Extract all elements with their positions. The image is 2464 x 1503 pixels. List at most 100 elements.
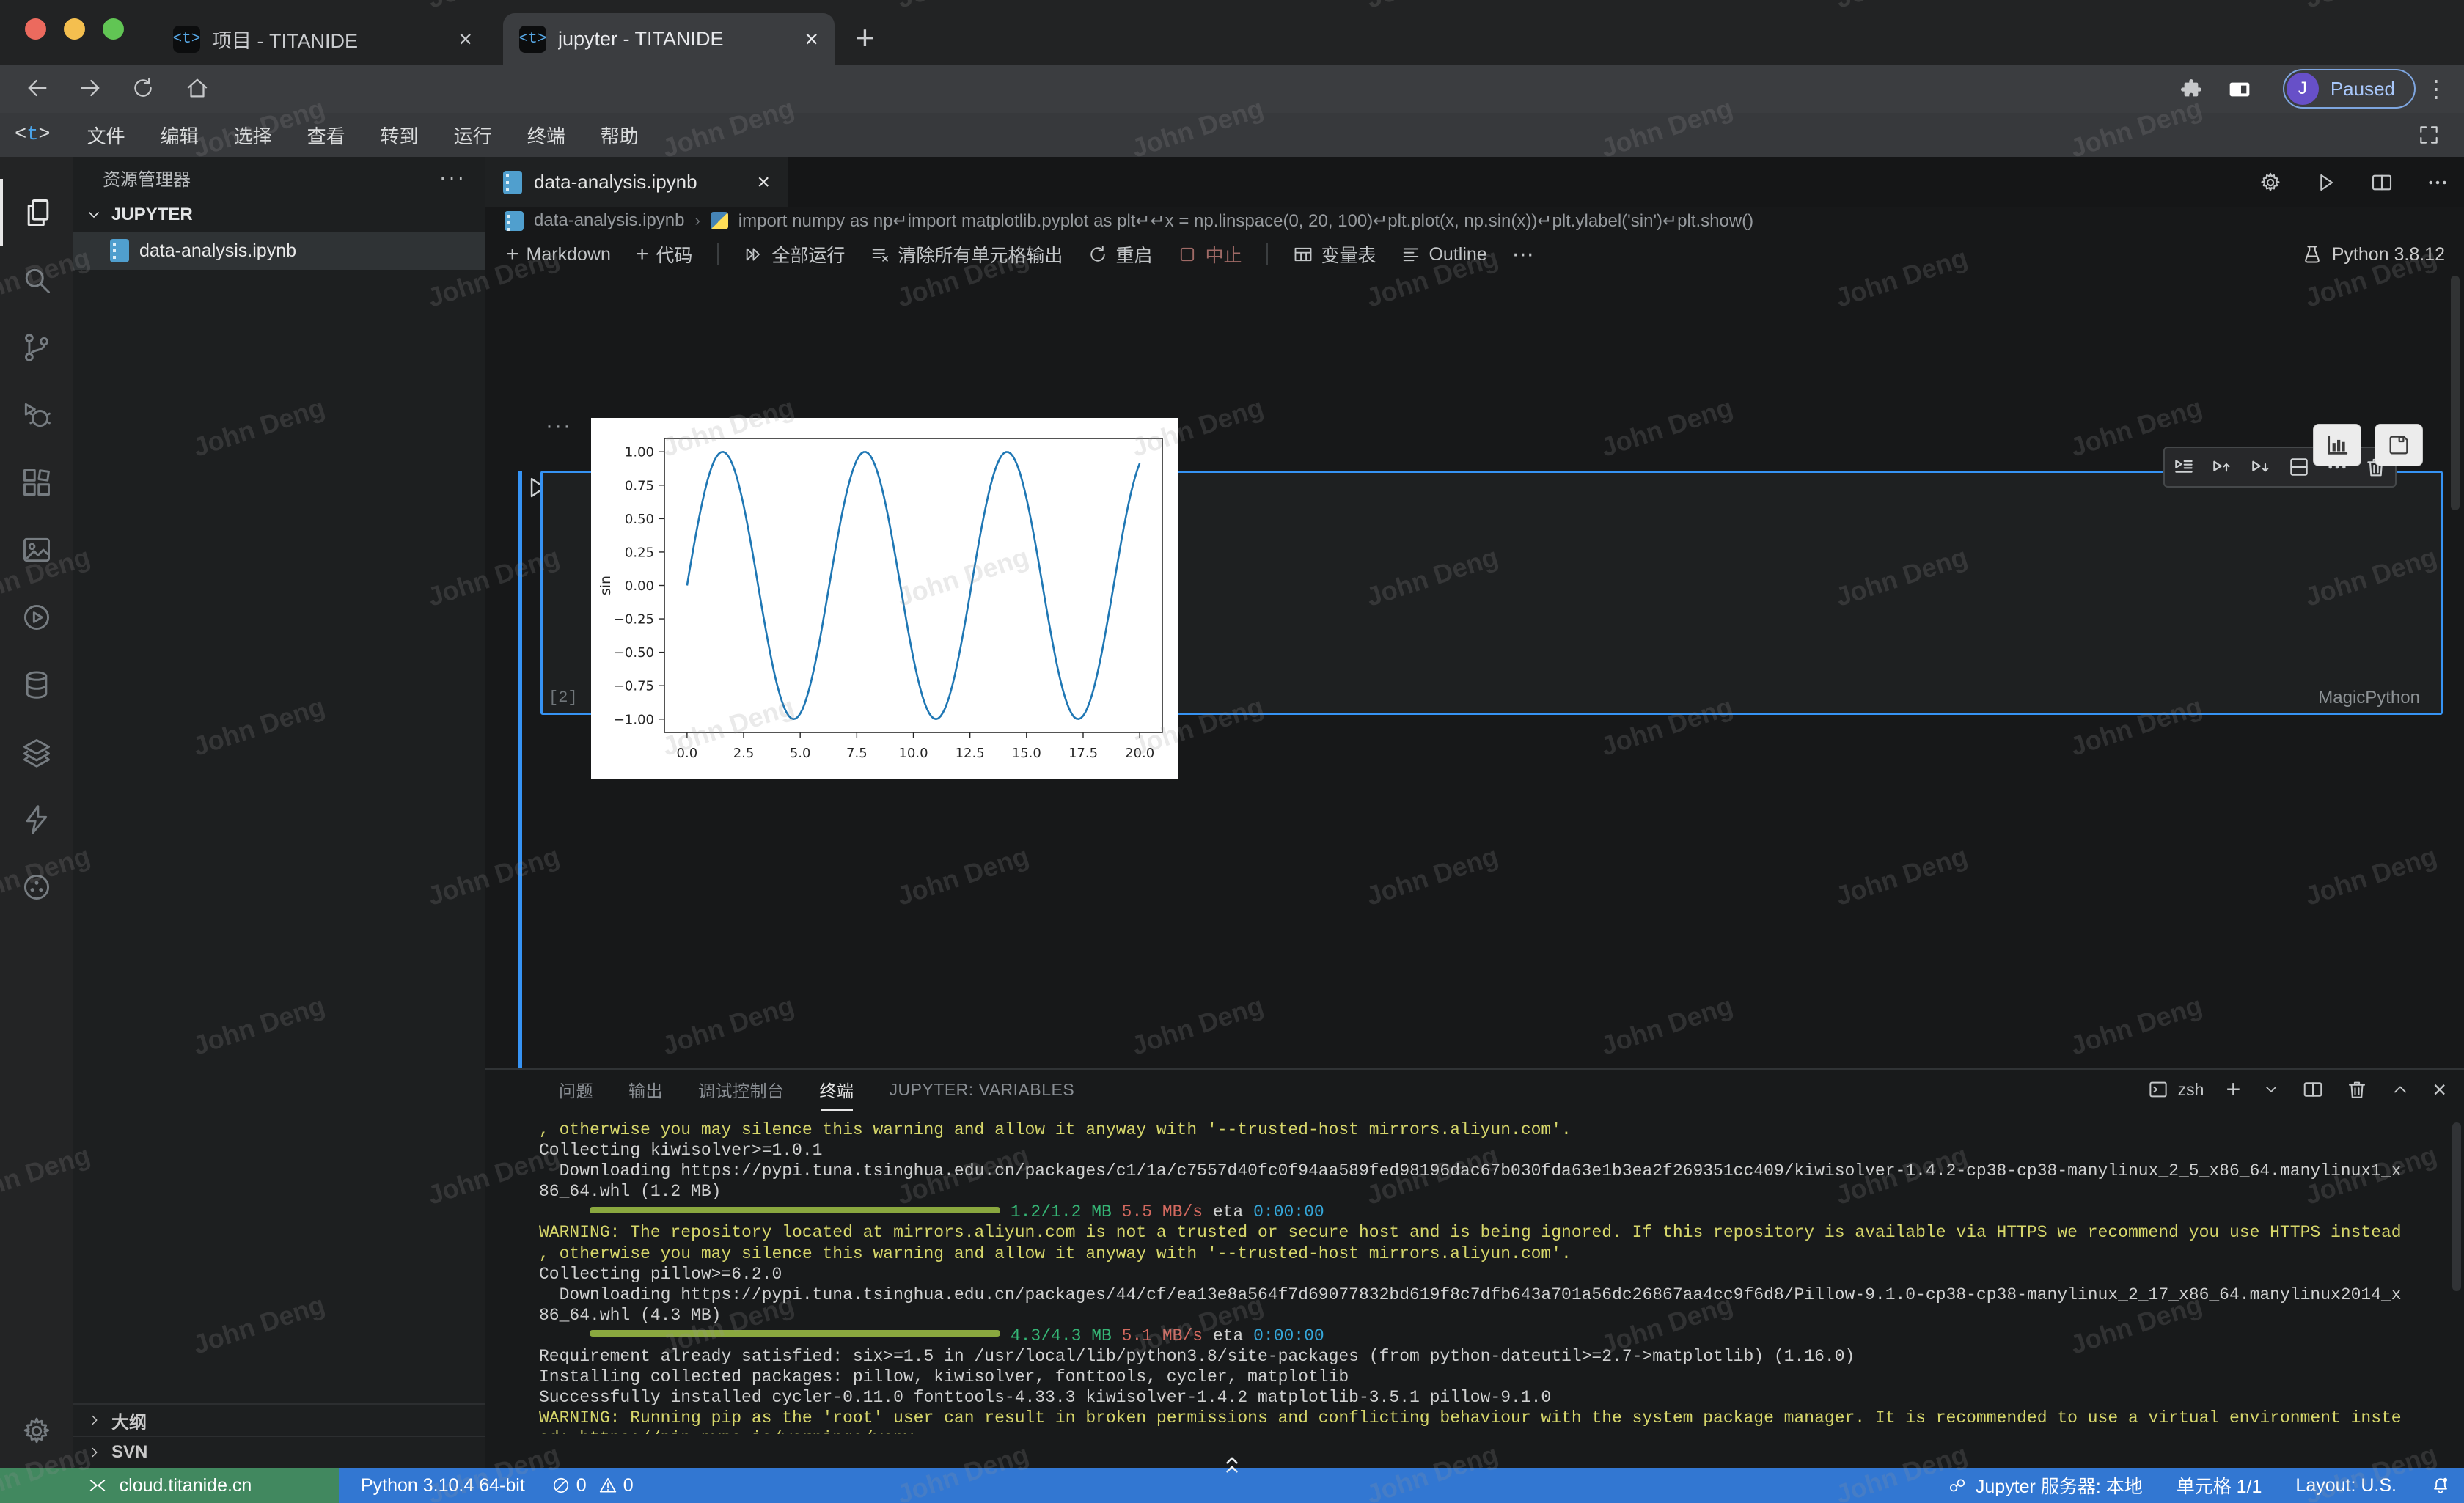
- chart-icon: [2325, 433, 2350, 457]
- home-icon[interactable]: [185, 76, 210, 100]
- run-all-button[interactable]: 全部运行: [744, 241, 845, 268]
- file-item-notebook[interactable]: data-analysis.ipynb: [73, 232, 485, 270]
- menu-item[interactable]: 运行: [436, 125, 510, 147]
- source-control-icon[interactable]: [0, 314, 73, 381]
- browser-profile-chip[interactable]: J Paused: [2283, 69, 2416, 109]
- database-icon[interactable]: [0, 651, 73, 719]
- terminal-dropdown-icon[interactable]: [2262, 1081, 2280, 1098]
- layers-icon[interactable]: [0, 719, 73, 786]
- split-editor-icon[interactable]: [2370, 171, 2394, 194]
- browser-toolbar: cloud.titanide.cn/ide/web/coding/jupyter…: [0, 65, 2464, 113]
- problems-indicator[interactable]: 0 0: [551, 1475, 634, 1496]
- apps-circle-icon[interactable]: [0, 853, 73, 921]
- menu-item[interactable]: 帮助: [583, 125, 656, 147]
- explorer-icon[interactable]: [0, 179, 73, 246]
- clear-outputs-button[interactable]: 清除所有单元格输出: [870, 241, 1063, 268]
- panel-tab-问题[interactable]: 问题: [557, 1070, 595, 1109]
- toolbar-separator: [717, 243, 719, 265]
- open-plot-viewer-button[interactable]: [2313, 424, 2361, 466]
- run-debug-icon[interactable]: [0, 381, 73, 449]
- browser-tab-project[interactable]: <t> 项目 - TITANIDE ×: [157, 13, 488, 65]
- extensions-puzzle-icon[interactable]: [2179, 78, 2203, 101]
- terminal-instance[interactable]: zsh: [2147, 1078, 2204, 1100]
- new-tab-button[interactable]: +: [855, 18, 875, 57]
- terminal-controls: zsh + ×: [2147, 1070, 2446, 1109]
- terminal-line: , otherwise you may silence this warning…: [539, 1120, 2457, 1140]
- notebook-settings-gear-icon[interactable]: [2259, 171, 2282, 194]
- forward-icon[interactable]: [78, 76, 103, 100]
- back-icon[interactable]: [25, 76, 50, 100]
- notifications-bell-icon[interactable]: [2430, 1475, 2451, 1496]
- browser-tab-jupyter[interactable]: <t> jupyter - TITANIDE ×: [503, 13, 835, 65]
- toolbar-more-icon[interactable]: ⋯: [1512, 242, 1534, 268]
- run-notebook-icon[interactable]: [2314, 171, 2338, 194]
- menu-item[interactable]: 选择: [216, 125, 290, 147]
- menu-item[interactable]: 转到: [363, 125, 436, 147]
- add-markdown-button[interactable]: +Markdown: [506, 242, 611, 267]
- save-plot-button[interactable]: [2375, 424, 2423, 466]
- browser-menu-icon[interactable]: ⋮: [2424, 75, 2448, 103]
- preview-image-icon[interactable]: [0, 516, 73, 584]
- editor-scrollbar[interactable]: [2451, 276, 2460, 510]
- sidebar-section-svn[interactable]: SVN: [73, 1436, 485, 1468]
- ide-menubar: <t> 文件编辑选择查看转到运行终端帮助: [0, 113, 2464, 157]
- svg-text:5.0: 5.0: [790, 746, 811, 761]
- extensions-icon[interactable]: [0, 449, 73, 516]
- close-tab-icon[interactable]: ×: [458, 26, 472, 53]
- split-terminal-icon[interactable]: [2302, 1078, 2324, 1100]
- side-panel-icon[interactable]: [2228, 78, 2251, 101]
- menu-item[interactable]: 查看: [290, 125, 363, 147]
- split-cell-icon[interactable]: [2287, 455, 2311, 479]
- kernel-picker[interactable]: Python 3.8.12: [2301, 234, 2445, 275]
- panel-tab-输出[interactable]: 输出: [627, 1070, 664, 1109]
- panel-tab-JUPYTER: VARIABLES[interactable]: JUPYTER: VARIABLES: [888, 1073, 1077, 1107]
- reload-icon[interactable]: [131, 76, 155, 100]
- panel-tab-终端[interactable]: 终端: [818, 1070, 856, 1109]
- close-tab-icon[interactable]: ×: [757, 170, 770, 195]
- remote-indicator[interactable]: cloud.titanide.cn: [0, 1468, 339, 1503]
- settings-gear-icon[interactable]: [0, 1397, 73, 1465]
- close-tab-icon[interactable]: ×: [804, 26, 818, 53]
- run-above-icon[interactable]: [2210, 455, 2234, 479]
- search-icon[interactable]: [0, 246, 73, 314]
- menu-item[interactable]: 文件: [70, 125, 143, 147]
- close-panel-icon[interactable]: ×: [2432, 1076, 2446, 1103]
- terminal-icon: [2147, 1078, 2169, 1100]
- maximize-panel-icon[interactable]: [2390, 1079, 2410, 1100]
- terminal-scrollbar[interactable]: [2452, 1122, 2461, 1291]
- variables-button[interactable]: 变量表: [1293, 241, 1376, 268]
- terminal-output[interactable]: , otherwise you may silence this warning…: [539, 1120, 2457, 1434]
- fullscreen-icon[interactable]: [2417, 123, 2441, 147]
- sidebar-section-jupyter[interactable]: JUPYTER: [73, 198, 485, 232]
- panel-tab-调试控制台[interactable]: 调试控制台: [697, 1070, 786, 1109]
- minimize-window-button[interactable]: [64, 18, 85, 40]
- breadcrumb-file[interactable]: data-analysis.ipynb: [534, 210, 684, 231]
- output-collapse-icon[interactable]: ···: [546, 414, 572, 438]
- sidebar-more-icon[interactable]: ···: [439, 166, 466, 189]
- add-code-button[interactable]: +代码: [636, 241, 693, 268]
- cell-position-indicator[interactable]: 单元格 1/1: [2177, 1472, 2262, 1499]
- maximize-window-button[interactable]: [103, 18, 124, 40]
- kill-terminal-icon[interactable]: [2346, 1078, 2368, 1100]
- editor-more-icon[interactable]: [2426, 171, 2449, 194]
- interrupt-button[interactable]: 中止: [1177, 241, 1242, 268]
- new-terminal-button[interactable]: +: [2226, 1076, 2240, 1104]
- outline-button[interactable]: Outline: [1401, 244, 1486, 265]
- menu-item[interactable]: 终端: [510, 125, 583, 147]
- restart-kernel-button[interactable]: 重启: [1088, 241, 1152, 268]
- browser-tab-title: 项目 - TITANIDE: [212, 25, 447, 54]
- breadcrumb-code[interactable]: import numpy as np↵import matplotlib.pyp…: [738, 210, 1753, 232]
- run-below-icon[interactable]: [2249, 455, 2273, 479]
- editor-tab-notebook[interactable]: data-analysis.ipynb ×: [485, 157, 788, 207]
- jupyter-server-indicator[interactable]: Jupyter 服务器: 本地: [1948, 1472, 2143, 1499]
- menu-item[interactable]: 编辑: [143, 125, 216, 147]
- run-by-line-icon[interactable]: [2172, 455, 2196, 479]
- power-bolt-icon[interactable]: [0, 786, 73, 853]
- python-interpreter[interactable]: Python 3.10.4 64-bit: [361, 1475, 525, 1496]
- keyboard-layout-indicator[interactable]: Layout: U.S.: [2295, 1475, 2397, 1496]
- sidebar-section-outline[interactable]: 大纲: [73, 1403, 485, 1436]
- breadcrumb[interactable]: data-analysis.ipynb › import numpy as np…: [485, 207, 2464, 234]
- restore-panel-chevrons[interactable]: [1209, 1456, 1255, 1493]
- close-window-button[interactable]: [25, 18, 46, 40]
- run-circle-icon[interactable]: [0, 584, 73, 651]
